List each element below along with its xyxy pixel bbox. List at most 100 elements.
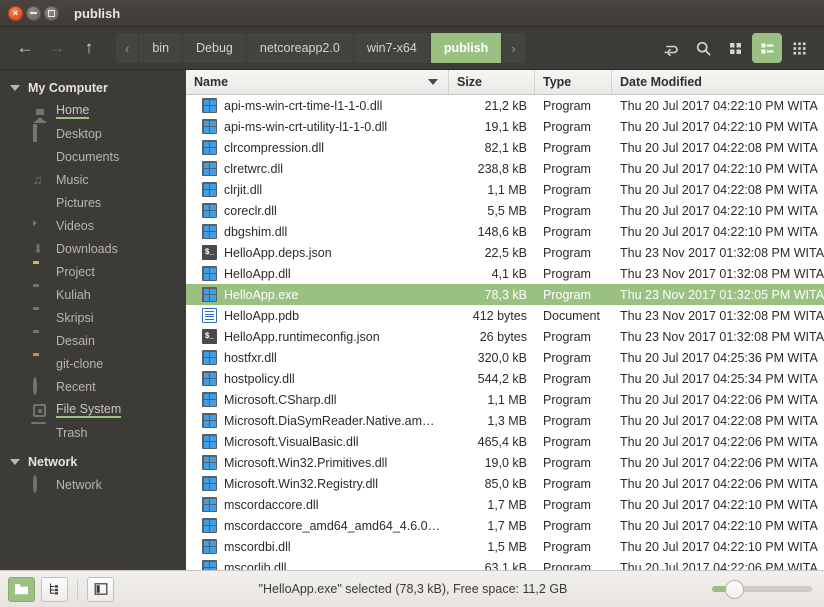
- column-header-name[interactable]: Name: [186, 70, 449, 94]
- zoom-slider-thumb[interactable]: [725, 580, 744, 599]
- sidebar-item-recent[interactable]: Recent: [0, 375, 186, 398]
- file-list-pane: Name Size Type Date Modified api-ms-win-…: [186, 70, 824, 570]
- file-type-cell: Document: [535, 309, 612, 323]
- file-size-cell: 63,1 kB: [449, 561, 535, 571]
- table-row[interactable]: Microsoft.Win32.Registry.dll85,0 kBProgr…: [186, 473, 824, 494]
- zoom-slider[interactable]: [712, 579, 812, 599]
- sidebar-item-trash[interactable]: Trash: [0, 421, 186, 444]
- sidebar-item-desktop[interactable]: Desktop: [0, 122, 186, 145]
- sidebar-toggle-button[interactable]: [87, 577, 114, 602]
- file-type-cell: Program: [535, 225, 612, 239]
- sidebar-item-pictures[interactable]: Pictures: [0, 191, 186, 214]
- file-date-cell: Thu 23 Nov 2017 01:32:08 PM WITA: [612, 267, 824, 281]
- compact-view-icon[interactable]: [784, 33, 814, 63]
- up-button[interactable]: ↑: [74, 33, 104, 63]
- dll-icon: [202, 224, 217, 239]
- table-row[interactable]: hostpolicy.dll544,2 kBProgramThu 20 Jul …: [186, 368, 824, 389]
- column-header-date-modified[interactable]: Date Modified: [612, 70, 824, 94]
- file-size-cell: 1,1 MB: [449, 183, 535, 197]
- table-row[interactable]: mscordbi.dll1,5 MBProgramThu 20 Jul 2017…: [186, 536, 824, 557]
- sidebar-item-documents[interactable]: Documents: [0, 145, 186, 168]
- list-view-icon[interactable]: [752, 33, 782, 63]
- sidebar-item-network[interactable]: Network: [0, 473, 186, 496]
- table-row-selected[interactable]: HelloApp.exe78,3 kBProgramThu 23 Nov 201…: [186, 284, 824, 305]
- breadcrumb-item-bin[interactable]: bin: [139, 33, 183, 63]
- file-name-cell: clrjit.dll: [186, 182, 449, 197]
- table-row[interactable]: mscorlib.dll63,1 kBProgramThu 20 Jul 201…: [186, 557, 824, 570]
- sidebar-item-label: Project: [56, 265, 95, 279]
- tree-view-button[interactable]: [41, 577, 68, 602]
- column-header-type[interactable]: Type: [535, 70, 612, 94]
- column-header-size[interactable]: Size: [449, 70, 535, 94]
- file-date-cell: Thu 20 Jul 2017 04:22:06 PM WITA: [612, 393, 824, 407]
- file-size-cell: 19,1 kB: [449, 120, 535, 134]
- sidebar-item-file-system[interactable]: File System: [0, 398, 186, 421]
- status-separator: [77, 579, 78, 599]
- sidebar-item-project[interactable]: Project: [0, 260, 186, 283]
- table-row[interactable]: mscordaccore_amd64_amd64_4.6.0000…1,7 MB…: [186, 515, 824, 536]
- file-rows: api-ms-win-crt-time-l1-1-0.dll21,2 kBPro…: [186, 95, 824, 570]
- table-row[interactable]: coreclr.dll5,5 MBProgramThu 20 Jul 2017 …: [186, 200, 824, 221]
- breadcrumb-next-button[interactable]: ›: [502, 33, 524, 63]
- table-row[interactable]: HelloApp.dll4,1 kBProgramThu 23 Nov 2017…: [186, 263, 824, 284]
- table-row[interactable]: Microsoft.DiaSymReader.Native.amd64.dll1…: [186, 410, 824, 431]
- table-row[interactable]: api-ms-win-crt-utility-l1-1-0.dll19,1 kB…: [186, 116, 824, 137]
- breadcrumb-item-win7-x64[interactable]: win7-x64: [354, 33, 431, 63]
- sidebar-group-label: My Computer: [28, 81, 108, 95]
- sidebar-item-home[interactable]: Home: [0, 99, 186, 122]
- sidebar-item-skripsi[interactable]: Skripsi: [0, 306, 186, 329]
- file-size-cell: 544,2 kB: [449, 372, 535, 386]
- table-row[interactable]: $_HelloApp.runtimeconfig.json26 bytesPro…: [186, 326, 824, 347]
- sidebar-item-kuliah[interactable]: Kuliah: [0, 283, 186, 306]
- breadcrumb-item-netcoreapp20[interactable]: netcoreapp2.0: [247, 33, 354, 63]
- sidebar-item-downloads[interactable]: ⬇ Downloads: [0, 237, 186, 260]
- table-row[interactable]: clrcompression.dll82,1 kBProgramThu 20 J…: [186, 137, 824, 158]
- table-row[interactable]: $_HelloApp.deps.json22,5 kBProgramThu 23…: [186, 242, 824, 263]
- table-row[interactable]: clrjit.dll1,1 MBProgramThu 20 Jul 2017 0…: [186, 179, 824, 200]
- table-row[interactable]: Microsoft.CSharp.dll1,1 MBProgramThu 20 …: [186, 389, 824, 410]
- sidebar-item-desain[interactable]: Desain: [0, 329, 186, 352]
- table-row[interactable]: HelloApp.pdb412 bytesDocumentThu 23 Nov …: [186, 305, 824, 326]
- dll-icon: [202, 266, 217, 281]
- icon-view-icon[interactable]: [720, 33, 750, 63]
- breadcrumb-item-publish[interactable]: publish: [431, 33, 502, 63]
- breadcrumb-prev-button[interactable]: ‹: [116, 33, 139, 63]
- table-row[interactable]: mscordaccore.dll1,7 MBProgramThu 20 Jul …: [186, 494, 824, 515]
- undo-icon[interactable]: [656, 33, 686, 63]
- file-name-label: coreclr.dll: [224, 204, 277, 218]
- window-title: publish: [74, 6, 120, 21]
- sidebar-item-music[interactable]: ♫ Music: [0, 168, 186, 191]
- folder-view-button[interactable]: [8, 577, 35, 602]
- table-row[interactable]: api-ms-win-crt-time-l1-1-0.dll21,2 kBPro…: [186, 95, 824, 116]
- table-row[interactable]: Microsoft.Win32.Primitives.dll19,0 kBPro…: [186, 452, 824, 473]
- file-date-cell: Thu 20 Jul 2017 04:22:08 PM WITA: [612, 141, 824, 155]
- table-row[interactable]: hostfxr.dll320,0 kBProgramThu 20 Jul 201…: [186, 347, 824, 368]
- sidebar-group-my-computer[interactable]: My Computer: [0, 76, 186, 99]
- script-icon: $_: [202, 329, 217, 344]
- close-window-button[interactable]: ×: [8, 6, 23, 21]
- maximize-window-button[interactable]: [44, 6, 59, 21]
- file-name-label: Microsoft.VisualBasic.dll: [224, 435, 359, 449]
- minimize-window-button[interactable]: [26, 6, 41, 21]
- sidebar-item-videos[interactable]: Videos: [0, 214, 186, 237]
- table-row[interactable]: dbgshim.dll148,6 kBProgramThu 20 Jul 201…: [186, 221, 824, 242]
- file-name-label: hostfxr.dll: [224, 351, 277, 365]
- file-date-cell: Thu 20 Jul 2017 04:22:06 PM WITA: [612, 435, 824, 449]
- dll-icon: [202, 518, 217, 533]
- back-button[interactable]: ←: [10, 33, 40, 63]
- breadcrumb-item-debug[interactable]: Debug: [183, 33, 247, 63]
- dll-icon: [202, 119, 217, 134]
- sidebar-item-git-clone[interactable]: git-clone: [0, 352, 186, 375]
- search-icon[interactable]: [688, 33, 718, 63]
- table-row[interactable]: clretwrc.dll238,8 kBProgramThu 20 Jul 20…: [186, 158, 824, 179]
- table-row[interactable]: Microsoft.VisualBasic.dll465,4 kBProgram…: [186, 431, 824, 452]
- file-date-cell: Thu 20 Jul 2017 04:22:06 PM WITA: [612, 477, 824, 491]
- sidebar-item-label: Downloads: [56, 242, 118, 256]
- file-name-label: clrcompression.dll: [224, 141, 324, 155]
- file-date-cell: Thu 20 Jul 2017 04:22:10 PM WITA: [612, 498, 824, 512]
- file-date-cell: Thu 20 Jul 2017 04:22:10 PM WITA: [612, 204, 824, 218]
- dll-icon: [202, 371, 217, 386]
- forward-button[interactable]: →: [42, 33, 72, 63]
- file-name-label: mscorlib.dll: [224, 561, 287, 571]
- sidebar-group-network[interactable]: Network: [0, 450, 186, 473]
